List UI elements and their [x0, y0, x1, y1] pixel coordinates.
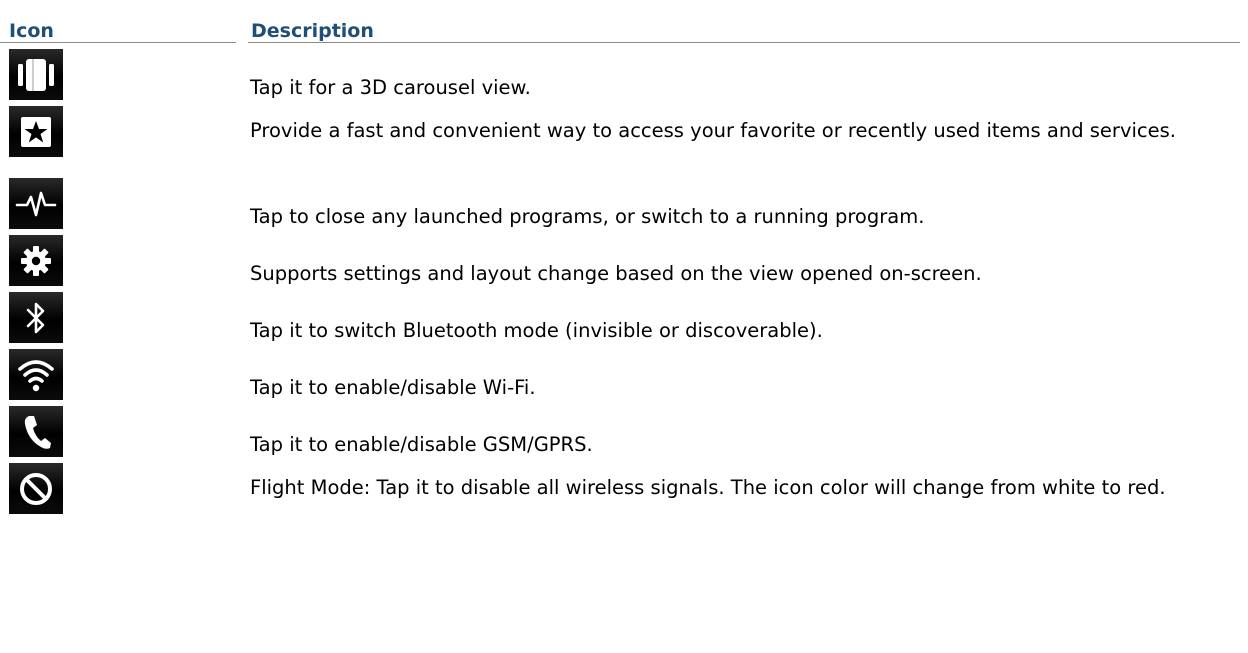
favorites-star-icon: [9, 106, 63, 157]
icon-column-header: Icon: [9, 20, 54, 42]
carousel-icon: [9, 49, 63, 100]
table-row: Flight Mode: Tap it to disable all wirel…: [0, 461, 1240, 533]
row-description: Tap it to enable/disable Wi-Fi.: [250, 376, 536, 399]
table-header: Icon Description: [0, 0, 1240, 44]
gear-icon: [9, 235, 63, 286]
table-row: Tap it to enable/disable GSM/GPRS.: [0, 404, 1240, 461]
table-row: Tap it for a 3D carousel view.: [0, 47, 1240, 104]
row-description: Tap it to enable/disable GSM/GPRS.: [250, 433, 593, 456]
row-description: Tap to close any launched programs, or s…: [250, 205, 925, 228]
row-description: Supports settings and layout change base…: [250, 262, 982, 285]
table-row: Tap it to switch Bluetooth mode (invisib…: [0, 290, 1240, 347]
row-description: Tap it for a 3D carousel view.: [250, 76, 531, 99]
description-column-header: Description: [251, 20, 374, 42]
task-manager-pulse-icon: [9, 178, 63, 229]
row-description: Tap it to switch Bluetooth mode (invisib…: [250, 319, 823, 342]
table-row: Provide a fast and convenient way to acc…: [0, 104, 1240, 176]
row-description: Flight Mode: Tap it to disable all wirel…: [250, 476, 1166, 499]
row-description: Provide a fast and convenient way to acc…: [250, 119, 1176, 142]
bluetooth-icon: [9, 292, 63, 343]
header-rule-icon: [0, 42, 236, 43]
phone-icon: [9, 406, 63, 457]
flight-mode-icon: [9, 463, 63, 514]
table-row: Tap it to enable/disable Wi-Fi.: [0, 347, 1240, 404]
header-rule-description: [248, 42, 1240, 43]
table-row: Supports settings and layout change base…: [0, 233, 1240, 290]
wifi-icon: [9, 349, 63, 400]
icon-table: Tap it for a 3D carousel view. Provide a…: [0, 47, 1240, 533]
table-row: Tap to close any launched programs, or s…: [0, 176, 1240, 233]
